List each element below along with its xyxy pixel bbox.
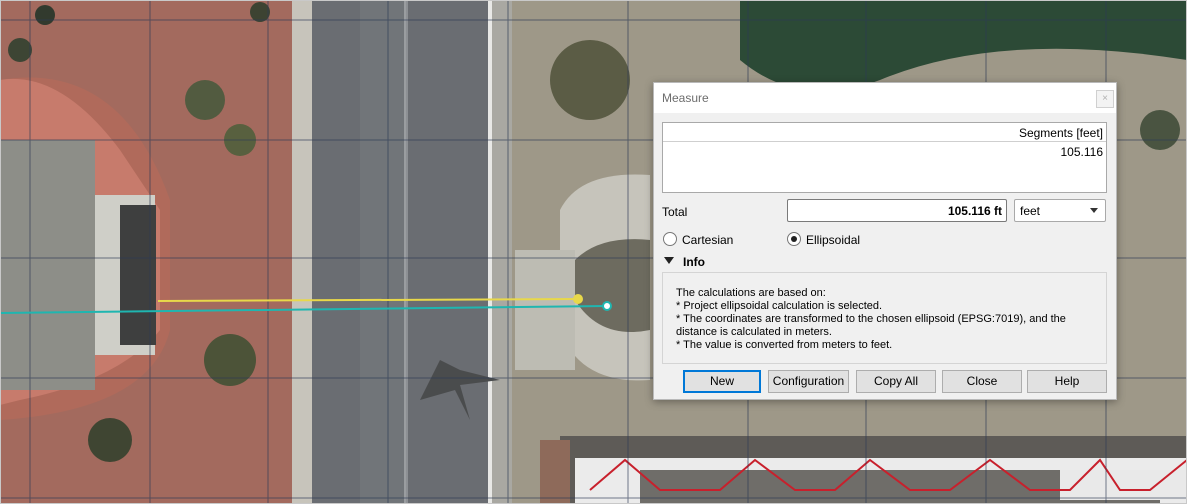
unit-value: feet	[1020, 204, 1041, 218]
info-box: The calculations are based on: * Project…	[662, 272, 1107, 364]
unit-select[interactable]: feet	[1014, 199, 1106, 222]
dialog-title: Measure	[662, 91, 709, 105]
total-field[interactable]: 105.116 ft	[787, 199, 1007, 222]
info-line: * The coordinates are transformed to the…	[676, 313, 1066, 325]
segments-header[interactable]: Segments [feet]	[663, 123, 1106, 142]
info-line: * Project ellipsoidal calculation is sel…	[676, 300, 883, 312]
info-line: The calculations are based on:	[676, 287, 826, 299]
info-section-label[interactable]: Info	[683, 255, 705, 269]
configuration-button[interactable]: Configuration	[768, 370, 849, 393]
total-label: Total	[662, 205, 688, 219]
triangle-down-icon[interactable]	[664, 257, 674, 264]
total-value: 105.116 ft	[947, 204, 1002, 218]
new-button[interactable]: New	[683, 370, 761, 393]
dialog-titlebar[interactable]: Measure ×	[654, 83, 1116, 113]
segment-row[interactable]: 105.116	[1061, 145, 1104, 159]
info-line: distance is calculated in meters.	[676, 326, 832, 338]
measure-dialog: Measure × Segments [feet] 105.116 Total …	[653, 82, 1117, 400]
radio-cartesian[interactable]	[663, 232, 677, 246]
radio-cartesian-label[interactable]: Cartesian	[682, 233, 733, 247]
measure-vertex	[573, 294, 583, 304]
chevron-down-icon	[1090, 208, 1098, 213]
cursor-point	[602, 301, 612, 311]
close-icon[interactable]: ×	[1096, 90, 1114, 108]
radio-ellipsoidal[interactable]	[787, 232, 801, 246]
close-button[interactable]: Close	[942, 370, 1022, 393]
segments-table[interactable]: Segments [feet] 105.116	[662, 122, 1107, 193]
copy-all-button[interactable]: Copy All	[856, 370, 936, 393]
radio-ellipsoidal-label[interactable]: Ellipsoidal	[806, 233, 860, 247]
info-line: * The value is converted from meters to …	[676, 339, 893, 351]
help-button[interactable]: Help	[1027, 370, 1107, 393]
